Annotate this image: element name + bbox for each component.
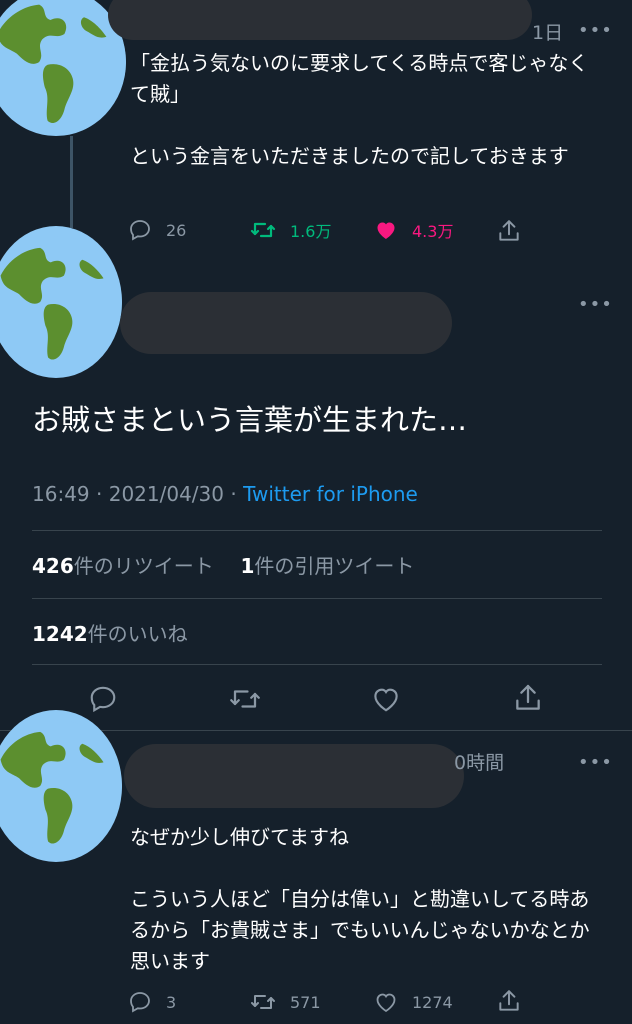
earth-icon (0, 226, 122, 378)
share-icon (499, 220, 519, 241)
retweet-count: 571 (290, 992, 321, 1012)
like-button[interactable]: 1274 (374, 990, 453, 1014)
retweet-stat[interactable]: 426件のリツイート (32, 554, 220, 578)
like-label: 件のいいね (87, 622, 188, 646)
tweet-text: 「金払う気ないのに要求してくる時点で客じゃなくて賊」 という金言をいただきました… (130, 51, 589, 168)
reply-count: 26 (166, 220, 187, 240)
retweet-button[interactable]: 571 (250, 990, 321, 1014)
retweet-icon (250, 222, 276, 238)
tweet-source-link[interactable]: Twitter for iPhone (243, 482, 418, 506)
tweet-time: 1日 (532, 22, 564, 44)
like-count: 1242 (32, 622, 88, 646)
reply-count: 3 (166, 992, 177, 1012)
quote-stat[interactable]: 1件の引用ツイート (240, 554, 414, 578)
earth-icon (0, 710, 122, 862)
reply-text: なぜか少し伸びてますね こういう人ほど「自分は偉い」と勘違いしてる時あるから「お… (130, 825, 590, 973)
main-tweet-text: お賊さまという言葉が生まれた… (32, 403, 468, 437)
thread-line (70, 136, 73, 228)
share-icon (516, 684, 540, 710)
quote-count: 1 (240, 554, 255, 578)
retweet-count: 1.6万 (290, 222, 332, 241)
avatar[interactable] (0, 0, 126, 136)
like-stat[interactable]: 1242件のいいね (32, 618, 188, 647)
author-name-redacted (108, 0, 532, 40)
share-button[interactable] (496, 988, 522, 1014)
reply-icon (130, 220, 150, 241)
avatar[interactable] (0, 710, 122, 862)
reply-icon (90, 686, 116, 713)
avatar[interactable] (0, 226, 122, 378)
retweet-button[interactable]: 1.6万 (250, 218, 331, 242)
author-name-redacted (120, 292, 452, 354)
retweet-count: 426 (32, 554, 74, 578)
tweet-date: 2021/04/30 (108, 482, 224, 506)
reply-button[interactable]: 3 (128, 990, 176, 1014)
like-icon (377, 222, 395, 239)
like-button[interactable] (371, 684, 401, 718)
reply-button[interactable]: 26 (128, 218, 186, 242)
like-icon (376, 993, 396, 1013)
tweet-meta: 16:49 · 2021/04/30 · Twitter for iPhone (32, 482, 418, 506)
more-icon[interactable]: ••• (578, 22, 613, 40)
quote-label: 件の引用ツイート (254, 554, 415, 578)
share-button[interactable] (496, 218, 522, 244)
retweet-label: 件のリツイート (73, 554, 214, 578)
earth-icon (0, 0, 126, 136)
more-icon[interactable]: ••• (578, 754, 613, 772)
like-button[interactable]: 4.3万 (374, 218, 453, 242)
retweet-button[interactable] (228, 684, 262, 718)
share-icon (499, 990, 519, 1011)
reply-icon (130, 992, 150, 1013)
engagement-stats: 426件のリツイート 1件の引用ツイート (32, 550, 414, 579)
tweet-time: 16:49 (32, 482, 90, 506)
reply-time: 0時間 (454, 752, 505, 774)
like-icon (374, 688, 398, 712)
share-button[interactable] (512, 682, 544, 718)
like-count: 1274 (412, 992, 453, 1012)
divider (32, 598, 602, 599)
like-count: 4.3万 (412, 222, 454, 241)
divider (32, 664, 602, 665)
retweet-icon (230, 690, 260, 708)
retweet-icon (251, 995, 275, 1009)
divider (32, 530, 602, 531)
author-name-redacted (124, 744, 464, 808)
more-icon[interactable]: ••• (578, 296, 613, 314)
reply-button[interactable] (88, 684, 118, 718)
